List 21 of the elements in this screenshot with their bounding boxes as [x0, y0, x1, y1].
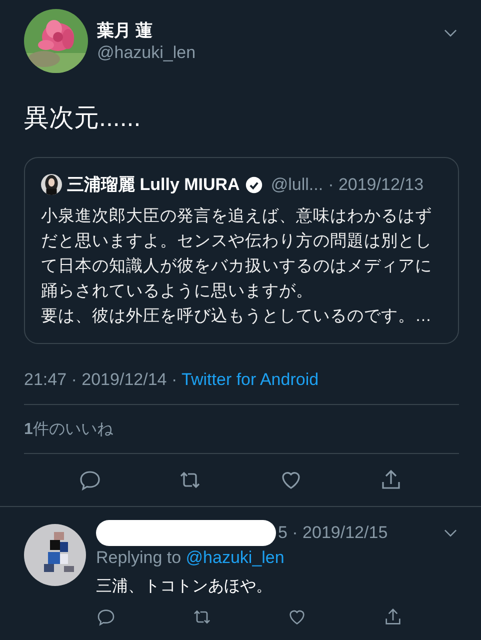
- author-handle: @hazuki_len: [97, 43, 197, 63]
- share-icon[interactable]: [382, 607, 403, 627]
- reply-text: 三浦、トコトンあほや。: [96, 577, 273, 597]
- quoted-author-name: 三浦瑠麗 Lully MIURA: [67, 174, 240, 196]
- replying-label: Replying to: [96, 548, 182, 567]
- mention-link[interactable]: @hazuki_len: [186, 548, 284, 567]
- tweet-text: 異次元......: [24, 103, 142, 134]
- timestamp: 21:47 · 2019/12/14 ·: [24, 370, 178, 389]
- reply-date: 5 · 2019/12/15: [278, 523, 389, 543]
- likes-count[interactable]: 1件のいいね: [24, 421, 113, 438]
- quoted-text: 小泉進次郎大臣の発言を追えば、意味はわかるはずだと思いますよ。センスや伝わり方の問題は別として日本の知識人が彼をバカ扱いするのはメディアに踊らされているように思いますが。: [41, 206, 433, 302]
- quoted-date: · 2019/12/13: [328, 174, 424, 194]
- chevron-icon[interactable]: [444, 29, 457, 37]
- reply-icon[interactable]: [78, 468, 102, 492]
- quoted-text: 要は、彼は外圧を呼び込もうとしているのです。…: [41, 306, 432, 327]
- author-name: 葉月 蓮: [97, 20, 154, 42]
- reply-icon[interactable]: [96, 607, 116, 627]
- quoted-tweet-card[interactable]: 三浦瑠麗 Lully MIURA @lull... · 2019/12/13 小泉進次郎大臣の発言を追えば、意味はわかるはずだと思いますよ。センスや伝わり方の問題は別として日本の知識人が彼をバカ扱いするのはメディアに踊らされているように思いますが。 要は、彼は外圧を呼び込もうとしているのです。…: [24, 157, 459, 344]
- chevron-icon[interactable]: [444, 529, 457, 537]
- source-link[interactable]: Twitter for Android: [182, 370, 319, 389]
- quoted-author-handle: @lull...: [270, 174, 324, 194]
